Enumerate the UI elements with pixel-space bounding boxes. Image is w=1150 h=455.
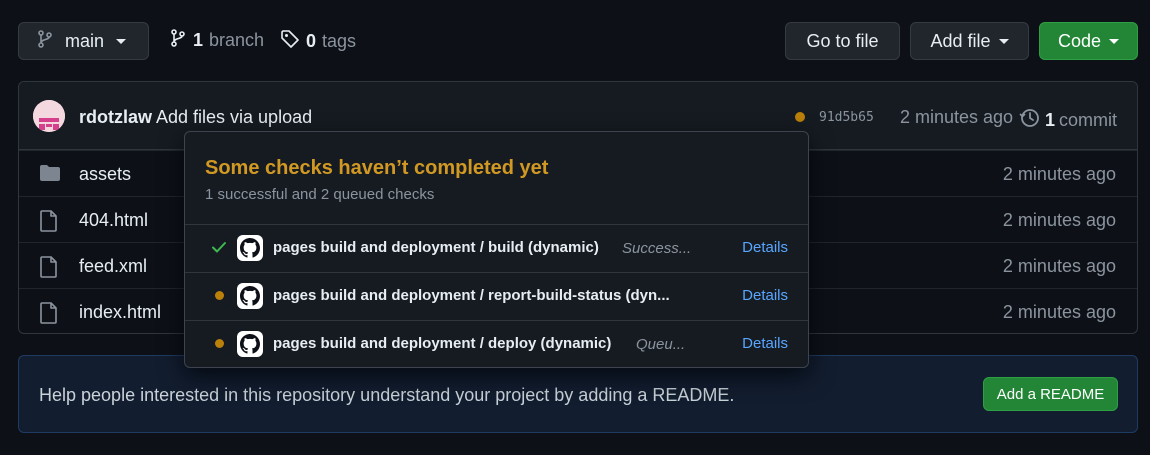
git-branch-icon xyxy=(169,29,187,52)
commit-sha[interactable]: 91d5b65 xyxy=(819,110,874,125)
check-row-build: pages build and deployment / build (dyna… xyxy=(185,224,808,272)
chevron-down-icon xyxy=(998,38,1009,44)
code-label: Code xyxy=(1057,30,1102,51)
history-icon xyxy=(1019,107,1041,134)
check-name: pages build and deployment / build (dyna… xyxy=(273,239,599,256)
folder-icon xyxy=(39,164,61,187)
add-file-button[interactable]: Add file xyxy=(910,22,1029,60)
github-logo-icon xyxy=(237,331,263,357)
file-name[interactable]: index.html xyxy=(79,302,161,323)
check-details-link[interactable]: Details xyxy=(742,335,788,352)
file-icon xyxy=(39,256,59,283)
check-icon xyxy=(211,239,227,255)
repository-page: main 1 branch 0 tags Go to file Add file… xyxy=(0,0,1150,455)
chevron-down-icon xyxy=(116,38,127,44)
go-to-file-button[interactable]: Go to file xyxy=(785,22,900,60)
check-name: pages build and deployment / deploy (dyn… xyxy=(273,335,612,352)
check-row-report-build-status: pages build and deployment / report-buil… xyxy=(185,272,808,320)
github-logo-icon xyxy=(237,235,263,261)
check-details-link[interactable]: Details xyxy=(742,239,788,256)
branch-selector-button[interactable]: main xyxy=(18,22,149,60)
tag-icon xyxy=(280,29,300,54)
add-file-label: Add file xyxy=(930,30,991,51)
avatar[interactable] xyxy=(33,100,65,132)
git-branch-icon xyxy=(37,29,53,53)
branch-word: branch xyxy=(209,30,265,50)
commit-status-dot-icon[interactable] xyxy=(795,112,805,122)
queued-dot-icon xyxy=(211,335,227,351)
file-time: 2 minutes ago xyxy=(1002,210,1116,230)
file-name[interactable]: feed.xml xyxy=(79,256,147,277)
file-name[interactable]: 404.html xyxy=(79,210,148,231)
add-readme-button[interactable]: Add a README xyxy=(983,377,1118,411)
check-row-deploy: pages build and deployment / deploy (dyn… xyxy=(185,320,808,368)
check-name: pages build and deployment / report-buil… xyxy=(273,287,670,304)
commit-count: 1 xyxy=(1045,110,1056,130)
commit-time: 2 minutes ago xyxy=(900,107,1014,127)
queued-dot-icon xyxy=(211,287,227,303)
file-name[interactable]: assets xyxy=(79,164,131,185)
commit-history-link[interactable]: 1 commit xyxy=(1019,107,1117,134)
code-button[interactable]: Code xyxy=(1039,22,1138,60)
tag-word: tags xyxy=(322,31,357,51)
check-details-link[interactable]: Details xyxy=(742,287,788,304)
branches-link[interactable]: 1 branch xyxy=(169,29,264,52)
tag-count: 0 xyxy=(306,31,317,51)
commit-author[interactable]: rdotzlaw xyxy=(79,107,152,128)
checks-summary: 1 successful and 2 queued checks xyxy=(205,186,435,203)
commit-message[interactable]: Add files via upload xyxy=(156,107,312,128)
file-time: 2 minutes ago xyxy=(1002,164,1116,184)
go-to-file-label: Go to file xyxy=(806,30,879,51)
check-description: Queu... xyxy=(636,336,686,353)
github-logo-icon xyxy=(237,283,263,309)
file-icon xyxy=(39,210,59,237)
branch-name: main xyxy=(65,30,105,51)
check-description: Success... xyxy=(622,240,692,257)
branch-count: 1 xyxy=(193,30,204,50)
readme-prompt-text: Help people interested in this repositor… xyxy=(39,385,735,405)
checks-popover: Some checks haven’t completed yet 1 succ… xyxy=(184,131,809,368)
chevron-down-icon xyxy=(1109,38,1120,44)
file-icon xyxy=(39,302,59,329)
file-time: 2 minutes ago xyxy=(1002,256,1116,276)
tags-link[interactable]: 0 tags xyxy=(280,29,356,54)
file-time: 2 minutes ago xyxy=(1002,302,1116,322)
commit-word: commit xyxy=(1059,110,1118,130)
add-readme-label: Add a README xyxy=(996,385,1105,403)
checks-title: Some checks haven’t completed yet xyxy=(205,157,549,179)
